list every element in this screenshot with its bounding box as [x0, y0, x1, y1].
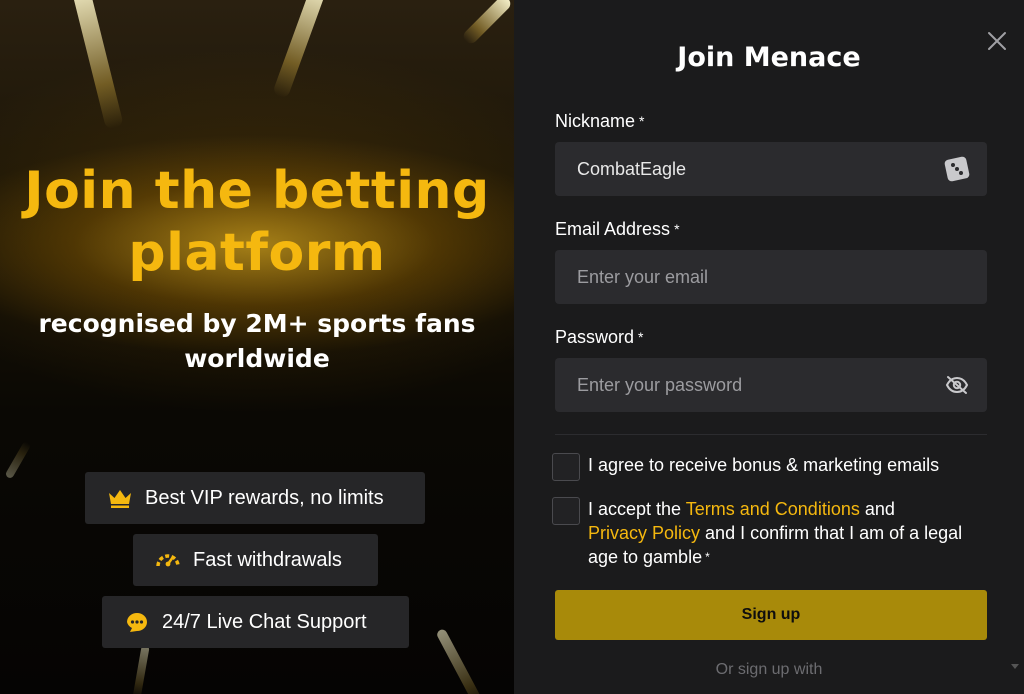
promo-panel: Join the betting platform recognised by …	[0, 0, 514, 694]
light-ray	[4, 440, 32, 480]
required-marker: *	[639, 113, 645, 129]
required-marker: *	[674, 221, 680, 237]
password-label-text: Password	[555, 327, 635, 347]
eye-off-icon[interactable]	[943, 371, 971, 399]
marketing-consent-label: I agree to receive bonus & marketing ema…	[588, 455, 940, 475]
feature-label: 24/7 Live Chat Support	[162, 610, 367, 633]
required-marker: *	[638, 329, 644, 345]
feature-fast-withdrawals: Fast withdrawals	[133, 534, 378, 586]
nickname-input[interactable]	[555, 142, 943, 196]
chat-support-icon	[124, 610, 150, 634]
password-input[interactable]	[555, 358, 943, 412]
speedometer-icon	[155, 548, 181, 572]
light-ray	[271, 0, 329, 100]
terms-and: and	[864, 499, 895, 519]
feature-label: Best VIP rewards, no limits	[145, 486, 384, 509]
light-ray	[132, 644, 150, 694]
divider	[555, 434, 987, 435]
email-label: Email Address *	[555, 218, 680, 240]
nickname-label-text: Nickname	[555, 111, 636, 131]
nickname-field	[555, 142, 987, 196]
email-input[interactable]	[555, 250, 987, 304]
email-field	[555, 250, 987, 304]
nickname-label: Nickname *	[555, 110, 644, 132]
signup-form-panel: Join Menace Nickname* Email Address* Pas…	[514, 0, 1024, 694]
feature-live-chat: 24/7 Live Chat Support	[102, 596, 409, 648]
promo-title: Join the betting platform	[24, 161, 490, 283]
signup-button[interactable]: Sign up	[555, 590, 987, 640]
form-title: Join Menace	[677, 42, 861, 73]
light-ray	[70, 0, 124, 130]
email-label-text: Email Address	[555, 219, 671, 239]
terms-consent-checkbox[interactable]	[552, 497, 580, 525]
password-field	[555, 358, 987, 412]
dice-icon[interactable]	[943, 155, 971, 183]
promo-subtitle: recognised by 2M+ sports fans worldwide	[38, 309, 476, 373]
feature-label: Fast withdrawals	[193, 548, 342, 571]
password-label: Password *	[555, 326, 643, 348]
terms-prefix: I accept the	[588, 499, 682, 519]
feature-vip-rewards: Best VIP rewards, no limits	[85, 472, 425, 524]
or-signup-with: Or sign up with	[715, 661, 823, 678]
required-marker: *	[705, 550, 710, 564]
light-ray	[435, 627, 487, 694]
terms-link[interactable]: Terms and Conditions	[686, 499, 860, 519]
terms-consent-text: I accept the Terms and Conditions and Pr…	[588, 497, 992, 569]
scroll-down-icon[interactable]	[1011, 664, 1019, 669]
terms-consent-row: I accept the Terms and Conditions and Pr…	[552, 497, 992, 569]
privacy-link[interactable]: Privacy Policy	[588, 523, 700, 543]
crown-icon	[107, 486, 133, 510]
marketing-consent-checkbox[interactable]	[552, 453, 580, 481]
light-ray	[460, 0, 514, 47]
marketing-consent-row: I agree to receive bonus & marketing ema…	[552, 453, 939, 481]
